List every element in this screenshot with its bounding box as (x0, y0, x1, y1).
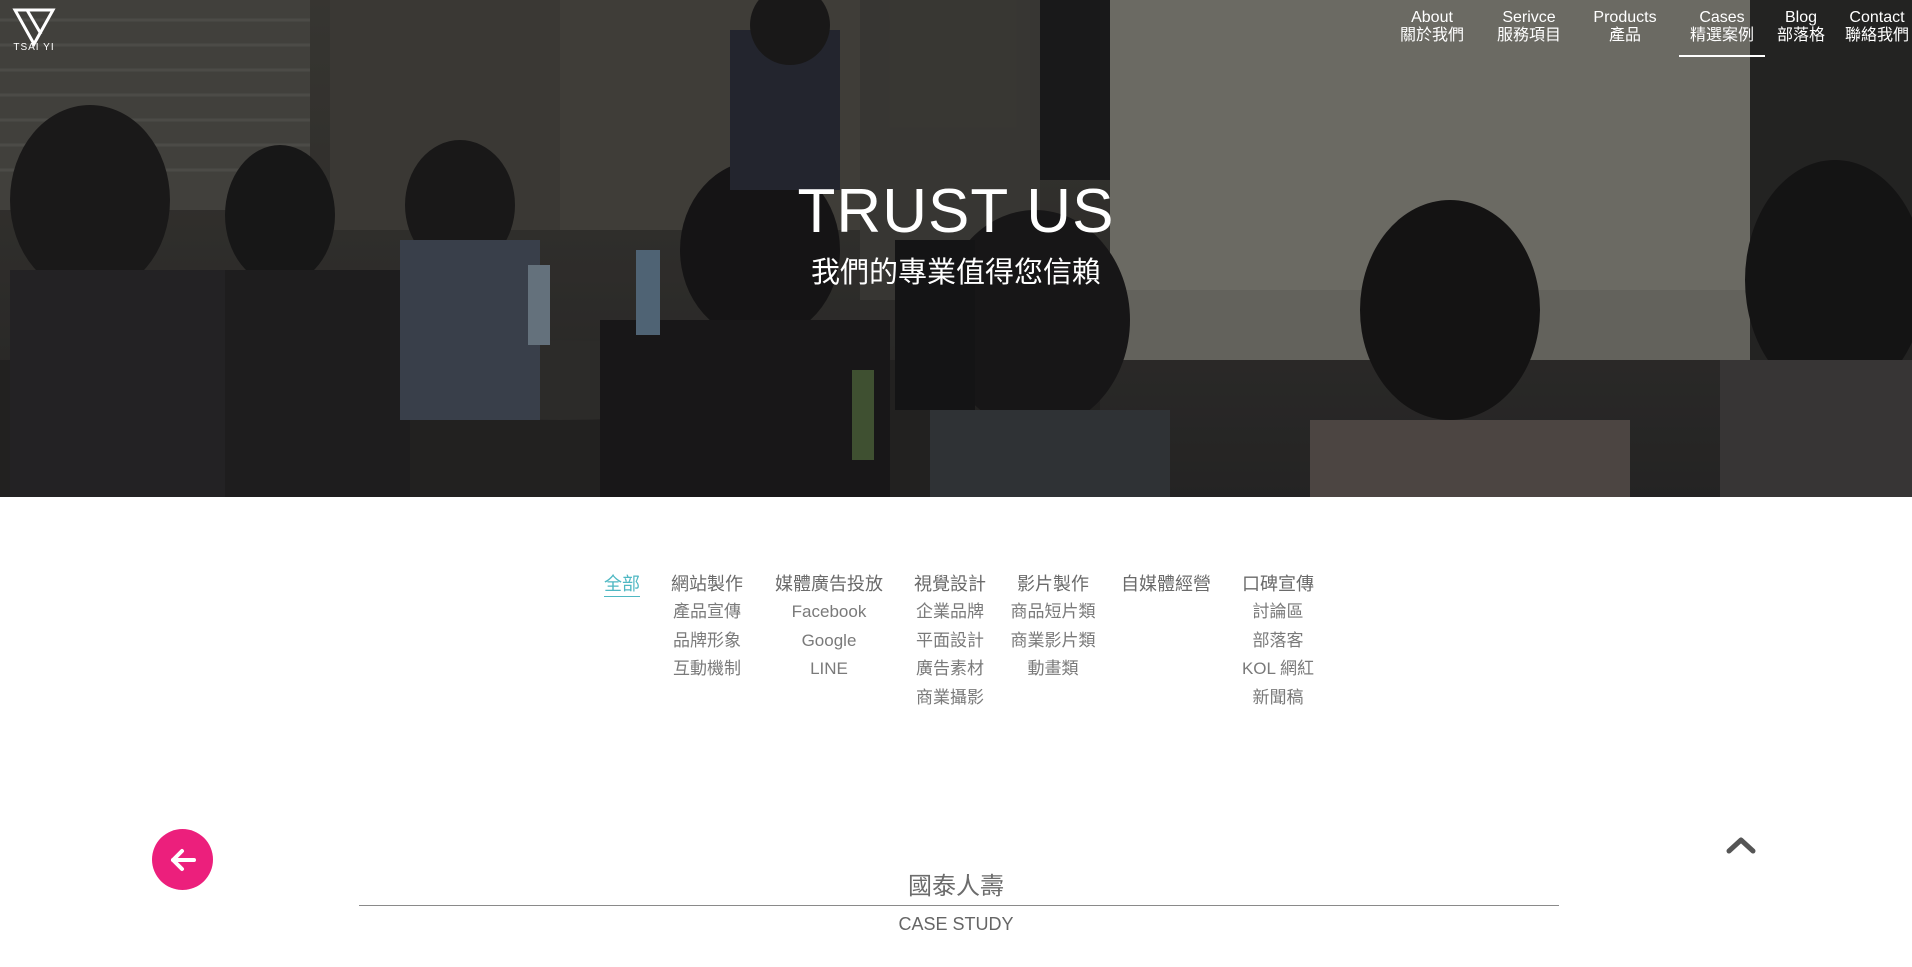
nav-service-en: Serivce (1502, 9, 1556, 26)
nav-contact-en: Contact (1849, 9, 1905, 26)
filter-col-web: 網站製作 產品宣傳 品牌形象 互動機制 (671, 570, 743, 684)
nav-service[interactable]: Serivce 服務項目 (1494, 8, 1564, 45)
filter-visual[interactable]: 視覺設計 (914, 570, 986, 598)
hero-title: TRUST US (797, 177, 1115, 246)
filter-visual-item[interactable]: 廣告素材 (914, 655, 986, 684)
filter-web-item[interactable]: 品牌形象 (671, 627, 743, 656)
logo-text: TSAI YI (13, 42, 55, 53)
filter-video-item[interactable]: 商業影片類 (1011, 627, 1096, 656)
filter-wom[interactable]: 口碑宣傳 (1242, 570, 1314, 598)
filter-wom-item[interactable]: 討論區 (1242, 598, 1314, 627)
nav-service-zh: 服務項目 (1496, 27, 1561, 44)
filter-col-visual: 視覺設計 企業品牌 平面設計 廣告素材 商業攝影 (914, 570, 986, 712)
nav-blog-en: Blog (1784, 9, 1818, 26)
nav-about-en: About (1411, 9, 1453, 26)
nav-about[interactable]: About 關於我們 (1397, 8, 1467, 45)
nav-cases-en: Cases (1699, 9, 1745, 26)
nav-contact-zh: 聯絡我們 (1844, 27, 1909, 44)
nav-blog[interactable]: Blog 部落格 (1771, 8, 1831, 45)
chevron-up-icon[interactable] (1724, 834, 1758, 856)
nav-about-zh: 關於我們 (1399, 27, 1464, 44)
nav-blog-zh: 部落格 (1776, 27, 1825, 44)
filter-ads[interactable]: 媒體廣告投放 (775, 570, 883, 598)
filter-col-ads: 媒體廣告投放 Facebook Google LINE (775, 570, 883, 684)
case-study-label: CASE STUDY (898, 914, 1014, 934)
filter-web-item[interactable]: 互動機制 (671, 655, 743, 684)
filter-all[interactable]: 全部 (604, 570, 640, 598)
case-title: 國泰人壽 (908, 872, 1004, 900)
nav-contact[interactable]: Contact 聯絡我們 (1842, 8, 1912, 45)
filter-visual-item[interactable]: 企業品牌 (914, 598, 986, 627)
nav-products-en: Products (1593, 9, 1657, 26)
filter-video-item[interactable]: 動畫類 (1011, 655, 1096, 684)
filter-web-item[interactable]: 產品宣傳 (671, 598, 743, 627)
filter-ads-item[interactable]: Google (775, 627, 883, 656)
filter-video[interactable]: 影片製作 (1011, 570, 1096, 598)
filter-visual-item[interactable]: 平面設計 (914, 627, 986, 656)
filter-visual-item[interactable]: 商業攝影 (914, 684, 986, 713)
filter-col-wom: 口碑宣傳 討論區 部落客 KOL 網紅 新聞稿 (1242, 570, 1314, 712)
nav-cases-zh: 精選案例 (1689, 27, 1754, 44)
nav-products[interactable]: Products 產品 (1585, 8, 1665, 45)
case-divider (359, 905, 1559, 906)
nav-cases[interactable]: Cases 精選案例 (1679, 8, 1765, 57)
filter-col-selfmedia: 自媒體經營 (1121, 570, 1211, 598)
filter-col-video: 影片製作 商品短片類 商業影片類 動畫類 (1011, 570, 1096, 684)
hero-banner: TSAI YI About 關於我們 Serivce 服務項目 Products… (0, 0, 1912, 497)
filter-wom-item[interactable]: 部落客 (1242, 627, 1314, 656)
nav-products-zh: 產品 (1608, 27, 1641, 44)
filter-selfmedia[interactable]: 自媒體經營 (1121, 570, 1211, 598)
hero-subtitle: 我們的專業值得您信賴 (810, 255, 1101, 289)
filter-col-all: 全部 (604, 570, 640, 598)
filter-video-item[interactable]: 商品短片類 (1011, 598, 1096, 627)
filter-ads-item[interactable]: LINE (775, 655, 883, 684)
filter-wom-item[interactable]: KOL 網紅 (1242, 655, 1314, 684)
filter-ads-item[interactable]: Facebook (775, 598, 883, 627)
filter-web[interactable]: 網站製作 (671, 570, 743, 598)
filter-wom-item[interactable]: 新聞稿 (1242, 684, 1314, 713)
